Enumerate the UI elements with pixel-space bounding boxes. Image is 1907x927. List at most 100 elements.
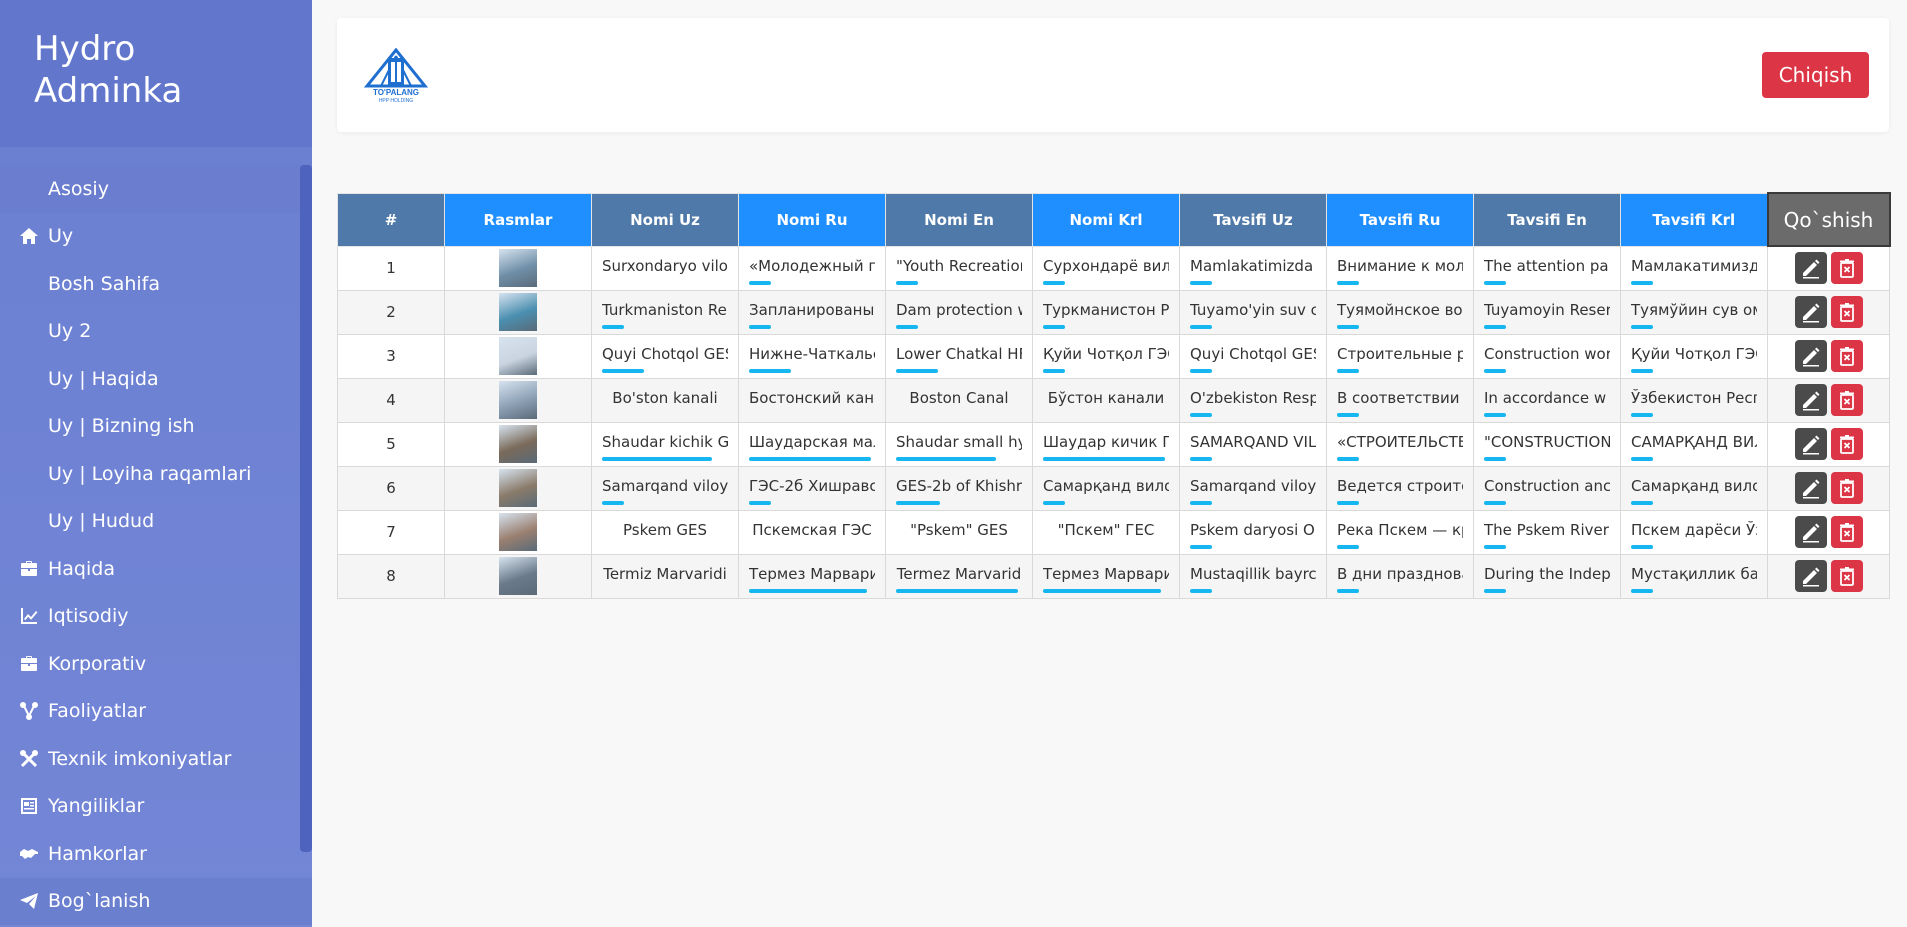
table-cell: В соответствии с Г — [1326, 377, 1474, 423]
table-row[interactable]: 2 Turkmaniston Re Запланированы р Dam prote… — [337, 289, 1890, 335]
table-cell: "Youth Recreatior — [885, 245, 1033, 291]
edit-button[interactable] — [1794, 252, 1827, 285]
table-cell: Boston Canal — [885, 377, 1033, 423]
sidebar-item-uy-loyiha-raqamlari[interactable]: Uy | Loyiha raqamlari — [0, 450, 312, 498]
delete-button[interactable] — [1830, 384, 1863, 416]
sidebar-item-uy[interactable]: Uy — [0, 213, 312, 261]
project-thumbnail[interactable] — [499, 469, 537, 507]
project-thumbnail[interactable] — [499, 293, 537, 331]
cell-text: «Молодежный пар — [749, 257, 875, 275]
cell-text: Термез Марварид — [1043, 565, 1169, 583]
table-cell: Пскемская ГЭС — [738, 509, 886, 555]
table-row[interactable]: 1 Surxondaryo vilo «Молодежный пар "Youth R… — [337, 245, 1890, 291]
cell-text: Ўзбекистон Респу — [1631, 389, 1757, 407]
table-row[interactable]: 6 Samarqand viloy ГЭС-2б Хишравс GES-2b of … — [337, 465, 1890, 511]
delete-button[interactable] — [1830, 252, 1863, 285]
table-cell: GES-2b of Khishra — [885, 465, 1033, 511]
cell-text: «СТРОИТЕЛЬСТВ — [1337, 433, 1463, 451]
trash-icon — [1836, 301, 1858, 323]
table-cell: Туямўйин сув омб — [1620, 289, 1768, 335]
sidebar-item-texnik-imkoniyatlar[interactable]: Texnik imkoniyatlar — [0, 735, 312, 783]
cell-underline — [749, 324, 771, 329]
edit-button[interactable] — [1794, 340, 1827, 372]
cell-text: Termez Marvarid — [896, 565, 1022, 583]
table-cell: Shaudar kichik G — [591, 421, 739, 467]
cell-underline — [896, 368, 938, 373]
table-cell: «Молодежный пар — [738, 245, 886, 291]
delete-button[interactable] — [1830, 516, 1863, 548]
project-thumbnail[interactable] — [499, 381, 537, 419]
sidebar-item-bog-lanish[interactable]: Bog`lanish — [0, 877, 312, 925]
edit-button[interactable] — [1794, 384, 1827, 416]
delete-button[interactable] — [1830, 428, 1863, 460]
handshake-icon — [18, 843, 40, 865]
project-thumbnail[interactable] — [499, 557, 537, 595]
cell-underline — [1631, 456, 1653, 461]
project-thumbnail[interactable] — [499, 249, 537, 287]
edit-button[interactable] — [1794, 560, 1827, 592]
cell-text: Қуйи Чотқол ГЭС с — [1631, 345, 1757, 363]
edit-button[interactable] — [1794, 472, 1827, 504]
sidebar-item-korporativ[interactable]: Korporativ — [0, 640, 312, 688]
sidebar-item-uy-haqida[interactable]: Uy | Haqida — [0, 355, 312, 403]
cell-text: The attention pa — [1484, 257, 1609, 275]
delete-button[interactable] — [1830, 560, 1863, 592]
table-cell: В дни празднован — [1326, 553, 1474, 599]
table-cell: Пскем дарёси Ўзб — [1620, 509, 1768, 555]
cell-underline — [1631, 544, 1653, 549]
sidebar-scrollbar[interactable] — [300, 165, 312, 852]
project-thumbnail[interactable] — [499, 425, 537, 463]
sidebar-item-faoliyatlar[interactable]: Faoliyatlar — [0, 688, 312, 736]
cell-underline — [1631, 500, 1653, 505]
table-cell: Surxondaryo vilo — [591, 245, 739, 291]
column-header: Nomi Ru — [738, 192, 886, 247]
cell-text: В дни празднован — [1337, 565, 1463, 583]
cell-text: Termiz Marvaridi — [603, 565, 727, 583]
brand: Hydro Adminka — [0, 0, 312, 147]
row-actions — [1767, 509, 1890, 555]
logout-button[interactable]: Chiqish — [1762, 52, 1869, 98]
add-button[interactable]: Qo`shish — [1766, 192, 1891, 247]
sidebar-item-iqtisodiy[interactable]: Iqtisodiy — [0, 593, 312, 641]
delete-button[interactable] — [1830, 340, 1863, 372]
table-cell: Dam protection w — [885, 289, 1033, 335]
logo-text: TO'PALANG — [373, 88, 419, 97]
cell-text: Mustaqillik bayrc — [1190, 565, 1316, 583]
table-cell: In accordance w — [1473, 377, 1621, 423]
table-row[interactable]: 5 Shaudar kichik G Шаударская мала Shaudar … — [337, 421, 1890, 467]
sidebar-item-hamkorlar[interactable]: Hamkorlar — [0, 830, 312, 878]
home-icon — [18, 225, 40, 247]
row-number: 3 — [337, 333, 445, 379]
sidebar-item-haqida[interactable]: Haqida — [0, 545, 312, 593]
table-row[interactable]: 3 Quyi Chotqol GES Нижне-Чаткальск Lower Ch… — [337, 333, 1890, 379]
edit-button[interactable] — [1794, 516, 1827, 548]
sidebar-item-label: Uy 2 — [48, 320, 92, 343]
top-header: TO'PALANG HPP HOLDING Chiqish — [337, 18, 1889, 132]
cell-text: Туямойнское водо — [1337, 301, 1463, 319]
table-cell: Shaudar small hy — [885, 421, 1033, 467]
row-number: 5 — [337, 421, 445, 467]
delete-button[interactable] — [1830, 472, 1863, 504]
sidebar-item-uy-bizning-ish[interactable]: Uy | Bizning ish — [0, 403, 312, 451]
project-thumbnail[interactable] — [499, 337, 537, 375]
cell-text: Construction wor — [1484, 345, 1610, 363]
cell-text: Қуйи Чотқол ГЭС: — [1043, 345, 1169, 363]
sidebar-item-uy-hudud[interactable]: Uy | Hudud — [0, 498, 312, 546]
sidebar-item-asosiy[interactable]: Asosiy — [0, 165, 312, 213]
edit-button[interactable] — [1794, 296, 1827, 328]
sidebar-item-uy-2[interactable]: Uy 2 — [0, 308, 312, 356]
table-row[interactable]: 8 Termiz Marvaridi Термез Марварид Termez M… — [337, 553, 1890, 599]
trash-icon — [1836, 433, 1858, 455]
table-row[interactable]: 4 Bo'ston kanali Бостонский канал Boston Ca… — [337, 377, 1890, 423]
cell-text: Самарқанд вилоя — [1631, 477, 1757, 495]
company-logo[interactable]: TO'PALANG HPP HOLDING — [361, 47, 431, 104]
sidebar-item-bosh-sahifa[interactable]: Bosh Sahifa — [0, 260, 312, 308]
cell-underline — [1337, 280, 1359, 285]
table-row[interactable]: 7 Pskem GES Пскемская ГЭС "Pskem" GES "Пскем… — [337, 509, 1890, 555]
project-thumbnail[interactable] — [499, 513, 537, 551]
edit-button[interactable] — [1794, 428, 1827, 460]
delete-button[interactable] — [1830, 296, 1863, 328]
table-cell: Самарқанд вилоя — [1032, 465, 1180, 511]
sidebar-item-yangiliklar[interactable]: Yangiliklar — [0, 783, 312, 831]
column-header: Nomi En — [885, 192, 1033, 247]
